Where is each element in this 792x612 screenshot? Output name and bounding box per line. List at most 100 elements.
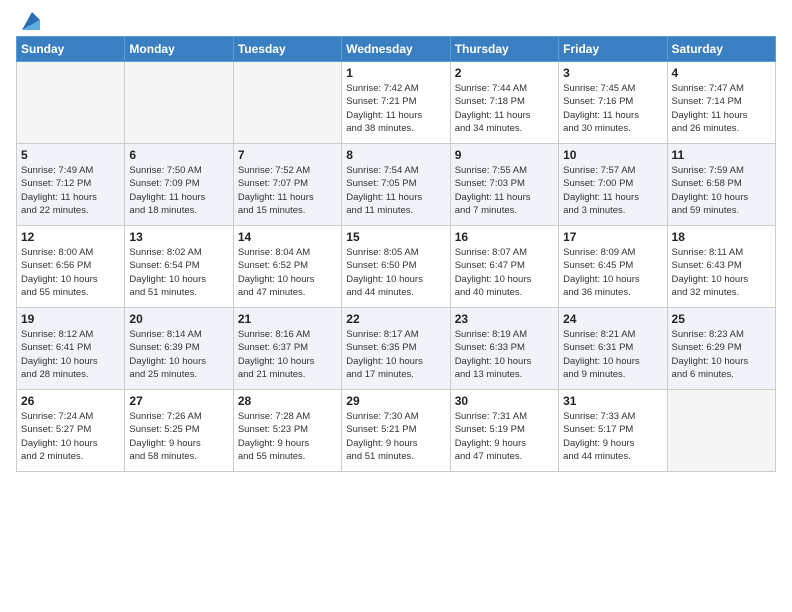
calendar-week-row: 1 Sunrise: 7:42 AM Sunset: 7:21 PM Daylig… — [17, 62, 776, 144]
day-info: Sunrise: 7:54 AM Sunset: 7:05 PM Dayligh… — [346, 164, 445, 217]
day-info: Sunrise: 8:23 AM Sunset: 6:29 PM Dayligh… — [672, 328, 771, 381]
day-number: 28 — [238, 394, 337, 408]
day-number: 12 — [21, 230, 120, 244]
calendar-cell: 15 Sunrise: 8:05 AM Sunset: 6:50 PM Dayli… — [342, 226, 450, 308]
day-number: 23 — [455, 312, 554, 326]
header — [16, 12, 776, 30]
day-info: Sunrise: 7:45 AM Sunset: 7:16 PM Dayligh… — [563, 82, 662, 135]
day-number: 21 — [238, 312, 337, 326]
calendar-cell: 13Sunrise: 8:02 AM Sunset: 6:54 PM Dayli… — [125, 226, 233, 308]
day-info: Sunrise: 8:16 AM Sunset: 6:37 PM Dayligh… — [238, 328, 337, 381]
calendar-cell — [667, 390, 775, 472]
day-number: 26 — [21, 394, 120, 408]
day-info: Sunrise: 7:55 AM Sunset: 7:03 PM Dayligh… — [455, 164, 554, 217]
day-number: 16 — [455, 230, 554, 244]
calendar-cell: 28 Sunrise: 7:28 AM Sunset: 5:23 PM Dayli… — [233, 390, 341, 472]
day-number: 5 — [21, 148, 120, 162]
calendar-cell: 21 Sunrise: 8:16 AM Sunset: 6:37 PM Dayli… — [233, 308, 341, 390]
day-number: 11 — [672, 148, 771, 162]
day-info: Sunrise: 8:05 AM Sunset: 6:50 PM Dayligh… — [346, 246, 445, 299]
calendar-week-row: 5 Sunrise: 7:49 AM Sunset: 7:12 PM Daylig… — [17, 144, 776, 226]
day-info: Sunrise: 7:47 AM Sunset: 7:14 PM Dayligh… — [672, 82, 771, 135]
calendar-cell: 5 Sunrise: 7:49 AM Sunset: 7:12 PM Daylig… — [17, 144, 125, 226]
calendar-cell: 19Sunrise: 8:12 AM Sunset: 6:41 PM Dayli… — [17, 308, 125, 390]
calendar-cell: 9 Sunrise: 7:55 AM Sunset: 7:03 PM Daylig… — [450, 144, 558, 226]
day-info: Sunrise: 8:19 AM Sunset: 6:33 PM Dayligh… — [455, 328, 554, 381]
calendar-cell: 27Sunrise: 7:26 AM Sunset: 5:25 PM Dayli… — [125, 390, 233, 472]
day-number: 2 — [455, 66, 554, 80]
day-number: 1 — [346, 66, 445, 80]
day-number: 22 — [346, 312, 445, 326]
weekday-header-friday: Friday — [559, 37, 667, 62]
day-info: Sunrise: 7:30 AM Sunset: 5:21 PM Dayligh… — [346, 410, 445, 463]
day-info: Sunrise: 8:12 AM Sunset: 6:41 PM Dayligh… — [21, 328, 120, 381]
calendar-cell: 22 Sunrise: 8:17 AM Sunset: 6:35 PM Dayli… — [342, 308, 450, 390]
day-number: 3 — [563, 66, 662, 80]
calendar-cell: 11 Sunrise: 7:59 AM Sunset: 6:58 PM Dayli… — [667, 144, 775, 226]
day-number: 10 — [563, 148, 662, 162]
day-info: Sunrise: 7:33 AM Sunset: 5:17 PM Dayligh… — [563, 410, 662, 463]
day-number: 20 — [129, 312, 228, 326]
calendar-cell: 17Sunrise: 8:09 AM Sunset: 6:45 PM Dayli… — [559, 226, 667, 308]
weekday-header-saturday: Saturday — [667, 37, 775, 62]
day-info: Sunrise: 8:14 AM Sunset: 6:39 PM Dayligh… — [129, 328, 228, 381]
day-info: Sunrise: 7:26 AM Sunset: 5:25 PM Dayligh… — [129, 410, 228, 463]
weekday-header-tuesday: Tuesday — [233, 37, 341, 62]
calendar-table: SundayMondayTuesdayWednesdayThursdayFrid… — [16, 36, 776, 472]
calendar-cell: 10Sunrise: 7:57 AM Sunset: 7:00 PM Dayli… — [559, 144, 667, 226]
calendar-cell: 23 Sunrise: 8:19 AM Sunset: 6:33 PM Dayli… — [450, 308, 558, 390]
day-info: Sunrise: 7:42 AM Sunset: 7:21 PM Dayligh… — [346, 82, 445, 135]
day-info: Sunrise: 7:52 AM Sunset: 7:07 PM Dayligh… — [238, 164, 337, 217]
calendar-cell: 29 Sunrise: 7:30 AM Sunset: 5:21 PM Dayli… — [342, 390, 450, 472]
calendar-week-row: 12Sunrise: 8:00 AM Sunset: 6:56 PM Dayli… — [17, 226, 776, 308]
calendar-cell — [233, 62, 341, 144]
day-number: 31 — [563, 394, 662, 408]
day-number: 6 — [129, 148, 228, 162]
day-info: Sunrise: 8:17 AM Sunset: 6:35 PM Dayligh… — [346, 328, 445, 381]
day-info: Sunrise: 7:59 AM Sunset: 6:58 PM Dayligh… — [672, 164, 771, 217]
calendar-cell: 4 Sunrise: 7:47 AM Sunset: 7:14 PM Daylig… — [667, 62, 775, 144]
day-number: 25 — [672, 312, 771, 326]
weekday-header-wednesday: Wednesday — [342, 37, 450, 62]
calendar-cell: 3 Sunrise: 7:45 AM Sunset: 7:16 PM Daylig… — [559, 62, 667, 144]
day-number: 8 — [346, 148, 445, 162]
logo-icon — [18, 12, 40, 30]
day-number: 24 — [563, 312, 662, 326]
calendar-cell: 26 Sunrise: 7:24 AM Sunset: 5:27 PM Dayli… — [17, 390, 125, 472]
day-info: Sunrise: 8:04 AM Sunset: 6:52 PM Dayligh… — [238, 246, 337, 299]
day-number: 7 — [238, 148, 337, 162]
day-info: Sunrise: 8:11 AM Sunset: 6:43 PM Dayligh… — [672, 246, 771, 299]
calendar-header-row: SundayMondayTuesdayWednesdayThursdayFrid… — [17, 37, 776, 62]
weekday-header-monday: Monday — [125, 37, 233, 62]
day-info: Sunrise: 7:28 AM Sunset: 5:23 PM Dayligh… — [238, 410, 337, 463]
day-info: Sunrise: 8:07 AM Sunset: 6:47 PM Dayligh… — [455, 246, 554, 299]
day-number: 4 — [672, 66, 771, 80]
calendar-cell: 2 Sunrise: 7:44 AM Sunset: 7:18 PM Daylig… — [450, 62, 558, 144]
day-number: 9 — [455, 148, 554, 162]
day-info: Sunrise: 8:21 AM Sunset: 6:31 PM Dayligh… — [563, 328, 662, 381]
day-number: 15 — [346, 230, 445, 244]
day-info: Sunrise: 7:49 AM Sunset: 7:12 PM Dayligh… — [21, 164, 120, 217]
calendar-cell: 14 Sunrise: 8:04 AM Sunset: 6:52 PM Dayli… — [233, 226, 341, 308]
page: SundayMondayTuesdayWednesdayThursdayFrid… — [0, 0, 792, 612]
day-number: 13 — [129, 230, 228, 244]
day-number: 29 — [346, 394, 445, 408]
calendar-cell — [17, 62, 125, 144]
calendar-cell: 1 Sunrise: 7:42 AM Sunset: 7:21 PM Daylig… — [342, 62, 450, 144]
day-number: 14 — [238, 230, 337, 244]
day-info: Sunrise: 7:24 AM Sunset: 5:27 PM Dayligh… — [21, 410, 120, 463]
calendar-cell: 31 Sunrise: 7:33 AM Sunset: 5:17 PM Dayli… — [559, 390, 667, 472]
day-number: 18 — [672, 230, 771, 244]
weekday-header-thursday: Thursday — [450, 37, 558, 62]
calendar-cell: 7 Sunrise: 7:52 AM Sunset: 7:07 PM Daylig… — [233, 144, 341, 226]
calendar-cell: 25 Sunrise: 8:23 AM Sunset: 6:29 PM Dayli… — [667, 308, 775, 390]
calendar-cell: 18 Sunrise: 8:11 AM Sunset: 6:43 PM Dayli… — [667, 226, 775, 308]
calendar-cell: 12Sunrise: 8:00 AM Sunset: 6:56 PM Dayli… — [17, 226, 125, 308]
calendar-cell: 6Sunrise: 7:50 AM Sunset: 7:09 PM Daylig… — [125, 144, 233, 226]
calendar-cell — [125, 62, 233, 144]
day-info: Sunrise: 7:44 AM Sunset: 7:18 PM Dayligh… — [455, 82, 554, 135]
calendar-cell: 16 Sunrise: 8:07 AM Sunset: 6:47 PM Dayli… — [450, 226, 558, 308]
calendar-cell: 8 Sunrise: 7:54 AM Sunset: 7:05 PM Daylig… — [342, 144, 450, 226]
calendar-cell: 30Sunrise: 7:31 AM Sunset: 5:19 PM Dayli… — [450, 390, 558, 472]
logo — [16, 12, 40, 30]
